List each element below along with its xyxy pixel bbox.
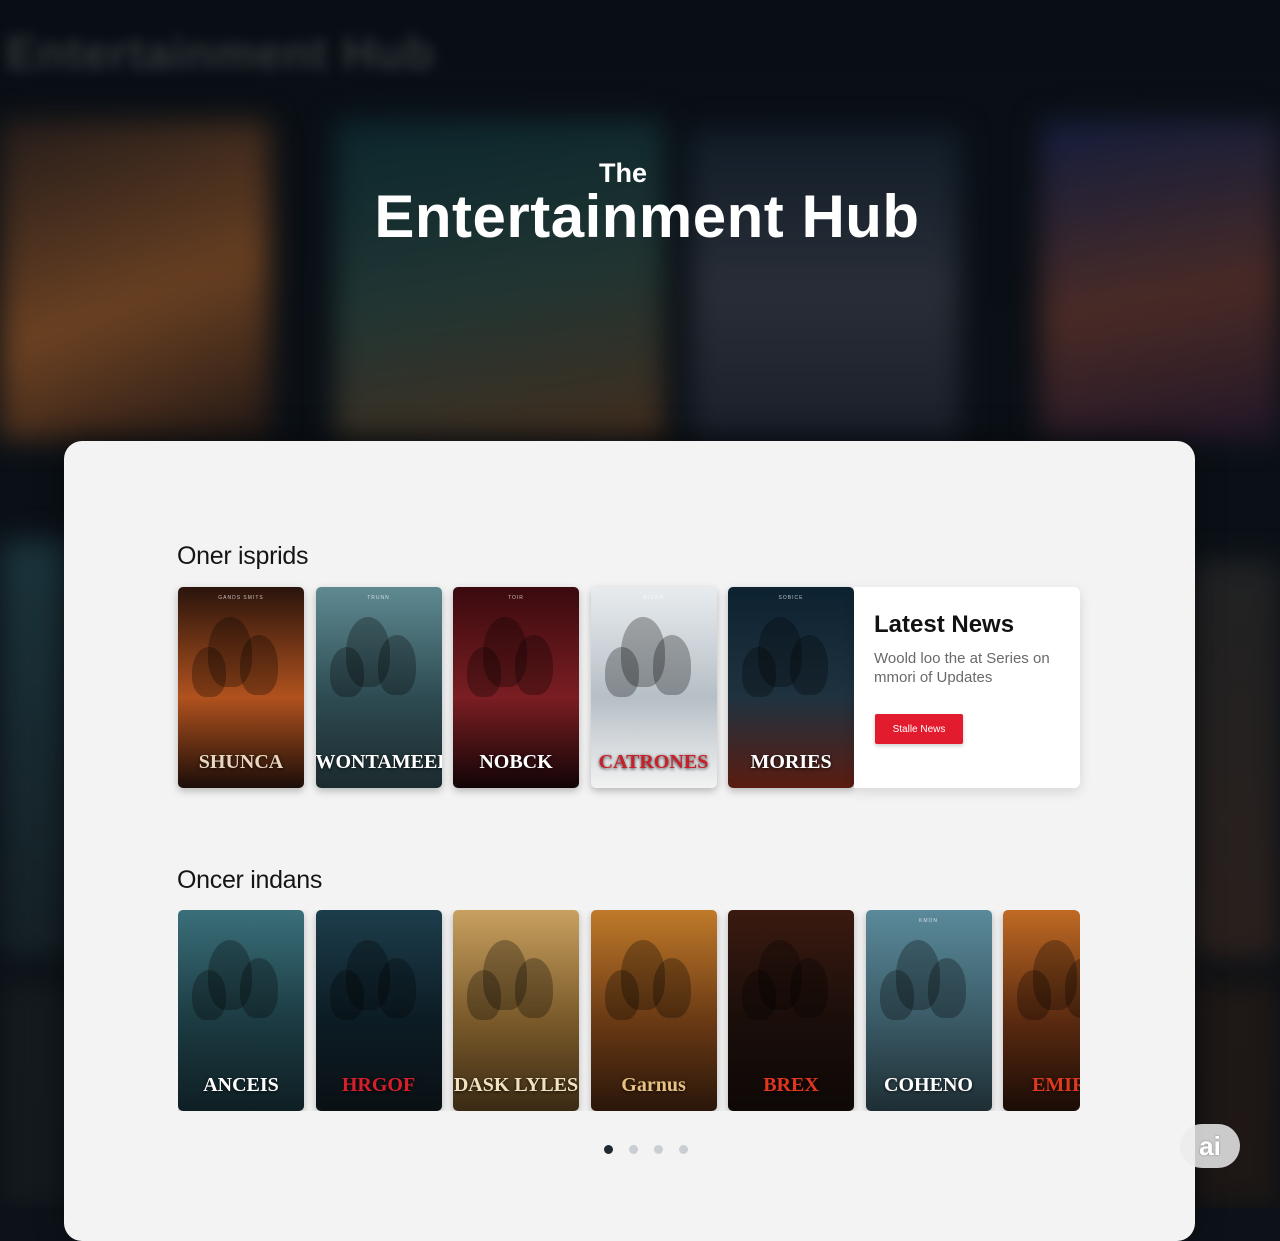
poster-figure <box>240 958 278 1018</box>
ai-badge: ai <box>1180 1124 1240 1168</box>
poster-credit: MIERR <box>642 595 665 601</box>
poster-title: CATRONES <box>598 751 709 773</box>
poster-row: SOBICE MORIES MIERR CATRONES TOIR NOBCK TRUNN W… <box>178 587 1080 788</box>
poster-title: DASK LYLES <box>453 1074 579 1096</box>
poster-title: BREX <box>763 1074 819 1096</box>
poster-figure <box>192 647 226 697</box>
poster-figure <box>377 958 416 1018</box>
poster-title: SHUNCA <box>198 751 284 773</box>
movie-poster[interactable]: ANCEIS <box>178 910 304 1111</box>
news-heading: Latest News <box>874 611 1015 638</box>
news-body: Woold loo the at Series on mmori of Upda… <box>874 650 1050 686</box>
poster-credit: SOBICE <box>778 595 804 601</box>
pagination-dot[interactable] <box>679 1145 688 1154</box>
poster-credit: GANDS SMITS <box>218 595 264 601</box>
news-button[interactable]: Stalle News <box>875 714 963 744</box>
poster-figure <box>790 635 828 695</box>
poster-title: NOBCK <box>479 751 553 773</box>
pagination-dot[interactable] <box>604 1145 613 1154</box>
poster-figure <box>652 635 691 695</box>
movie-poster[interactable]: EMIRE <box>1003 910 1080 1111</box>
movie-poster[interactable]: GANDS SMITS SHUNCA <box>178 587 304 788</box>
movie-poster[interactable]: TRUNN WONTAMEER <box>315 587 442 788</box>
poster-title: WONTAMEER <box>315 751 442 773</box>
content-card: Oner isprids SOBICE MORIES MIERR CATRONES TO… <box>64 441 1195 1241</box>
poster-figure <box>742 647 776 697</box>
poster-figure <box>192 970 226 1020</box>
movie-poster[interactable]: BREX <box>728 910 854 1111</box>
poster-credit: TRUNN <box>367 595 390 601</box>
poster-title: EMIRE <box>1032 1074 1080 1096</box>
poster-figure <box>515 958 553 1018</box>
movie-poster[interactable]: MIERR CATRONES <box>590 587 717 788</box>
pagination-dot[interactable] <box>629 1145 638 1154</box>
movie-poster[interactable]: HRGOF <box>315 910 442 1111</box>
poster-title: ANCEIS <box>203 1074 279 1096</box>
poster-figure <box>329 970 364 1020</box>
poster-title: HRGOF <box>341 1074 416 1096</box>
poster-figure <box>1017 970 1051 1020</box>
movie-poster[interactable]: TOIR NOBCK <box>453 587 579 788</box>
poster-figure <box>790 958 828 1018</box>
movie-poster[interactable]: Garnus <box>590 910 717 1111</box>
movie-poster[interactable]: KMON COHENO <box>865 910 992 1111</box>
poster-figure <box>515 635 553 695</box>
latest-news-panel: Latest News Woold loo the at Series on m… <box>854 587 1080 788</box>
poster-figure <box>467 970 501 1020</box>
poster-figure <box>742 970 776 1020</box>
movie-poster[interactable]: SOBICE MORIES <box>728 587 854 788</box>
poster-credit: KMON <box>919 918 938 924</box>
poster-credit: TOIR <box>508 595 524 601</box>
poster-figure <box>467 647 501 697</box>
poster-figure <box>240 635 278 695</box>
movie-poster[interactable]: DASK LYLES <box>453 910 579 1111</box>
section-title: Oner isprids <box>177 542 309 570</box>
poster-title: MORIES <box>750 751 832 773</box>
poster-title: Garnus <box>621 1074 686 1096</box>
poster-figure <box>927 958 966 1018</box>
poster-figure <box>604 970 639 1020</box>
poster-figure <box>377 635 416 695</box>
poster-row: EMIRE KMON COHENO BREX Garnus DASK LYLES HRGOF… <box>178 910 1080 1111</box>
carousel-pagination <box>604 1145 688 1154</box>
pagination-dot[interactable] <box>654 1145 663 1154</box>
section-title: Oncer indans <box>177 866 323 894</box>
poster-title: COHENO <box>884 1074 973 1096</box>
page-title: Entertainment Hub <box>374 183 920 250</box>
poster-figure <box>652 958 691 1018</box>
poster-figure <box>329 647 364 697</box>
poster-figure <box>604 647 639 697</box>
poster-figure <box>879 970 914 1020</box>
